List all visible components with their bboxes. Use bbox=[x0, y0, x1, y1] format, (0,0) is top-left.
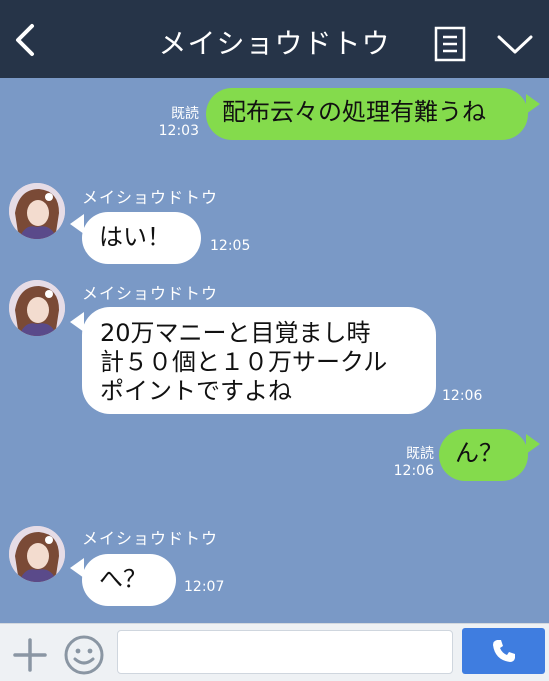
message-text: ん？ bbox=[455, 439, 503, 467]
message-text-line: ポイントですよね bbox=[100, 377, 292, 405]
message-text-line: 計５０個と１０万サークル bbox=[100, 348, 388, 376]
message-text: はい！ bbox=[99, 223, 171, 251]
avatar-image bbox=[9, 280, 65, 336]
notes-icon bbox=[434, 26, 466, 62]
collapse-button[interactable] bbox=[496, 34, 534, 60]
message-time: 12:03 bbox=[158, 123, 199, 139]
message-list[interactable]: 既読 12:03 配布云々の処理有難うね メイショウドトウ はい！ 12:05 … bbox=[0, 78, 549, 623]
bubble-tail bbox=[526, 94, 540, 114]
message-bubble-incoming[interactable]: はい！ bbox=[82, 212, 201, 264]
chat-title: メイショウドトウ bbox=[158, 27, 391, 60]
emoji-button[interactable] bbox=[63, 634, 105, 680]
add-button[interactable] bbox=[12, 637, 48, 677]
sender-name: メイショウドトウ bbox=[82, 284, 219, 303]
read-receipt: 既読 12:06 bbox=[394, 446, 434, 480]
plus-icon bbox=[13, 638, 47, 672]
smiley-icon bbox=[64, 635, 104, 675]
notes-button[interactable] bbox=[434, 26, 466, 66]
read-label: 既読 bbox=[171, 106, 199, 122]
bubble-tail bbox=[526, 434, 540, 454]
avatar-image bbox=[9, 183, 65, 239]
avatar[interactable] bbox=[9, 183, 65, 239]
message-bubble-outgoing[interactable]: 配布云々の処理有難うね bbox=[206, 88, 528, 140]
call-button[interactable] bbox=[462, 628, 545, 674]
message-time: 12:06 bbox=[442, 388, 483, 404]
phone-icon bbox=[492, 640, 515, 662]
avatar-image bbox=[9, 526, 65, 582]
message-text: へ？ bbox=[99, 565, 147, 593]
avatar[interactable] bbox=[9, 280, 65, 336]
message-bubble-outgoing[interactable]: ん？ bbox=[439, 429, 528, 481]
sender-name: メイショウドトウ bbox=[82, 529, 219, 548]
message-time: 12:05 bbox=[210, 238, 251, 254]
read-receipt: 既読 12:03 bbox=[159, 106, 199, 140]
message-time: 12:07 bbox=[184, 579, 225, 595]
sender-name: メイショウドトウ bbox=[82, 188, 219, 207]
composer-bar bbox=[0, 623, 549, 681]
message-bubble-incoming[interactable]: へ？ bbox=[82, 554, 176, 606]
message-bubble-incoming[interactable]: 20万マニーと目覚まし時 計５０個と１０万サークル ポイントですよね bbox=[82, 307, 436, 414]
avatar[interactable] bbox=[9, 526, 65, 582]
chat-header: メイショウドトウ bbox=[0, 0, 549, 78]
chevron-down-icon bbox=[497, 35, 533, 54]
message-input[interactable] bbox=[117, 630, 453, 674]
message-text: 配布云々の処理有難うね bbox=[222, 98, 486, 126]
message-text-line: 20万マニーと目覚まし時 bbox=[100, 319, 371, 347]
read-label: 既読 bbox=[406, 446, 434, 462]
message-time: 12:06 bbox=[393, 463, 434, 479]
